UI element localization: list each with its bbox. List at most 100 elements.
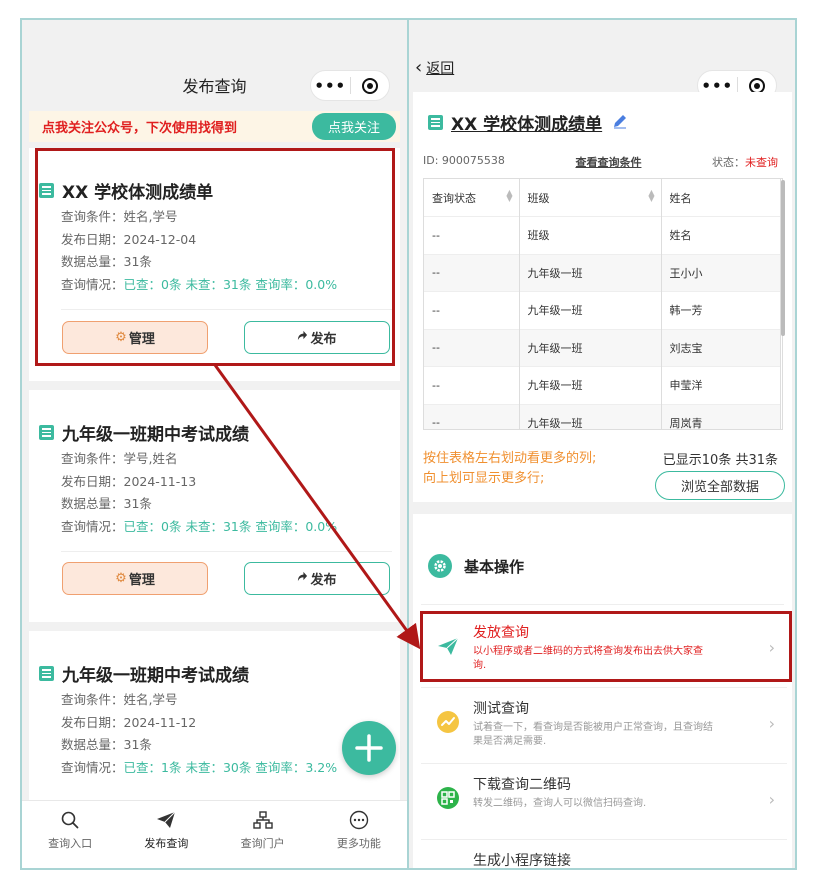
op-title: 测试查询 bbox=[473, 701, 529, 717]
follow-banner: 点我关注公众号，下次使用找得到 点我关注 bbox=[29, 111, 400, 142]
tab-query-entry[interactable]: 查询入口 bbox=[22, 801, 118, 868]
publish-query-screen: 发布查询 ••• 点我关注公众号，下次使用找得到 点我关注 XX 学校体测成绩单… bbox=[22, 20, 407, 868]
share-arrow-icon bbox=[297, 571, 308, 586]
card-info: 查询条件：学号,姓名 发布日期：2024-11-13 数据总量：31条 查询情况… bbox=[61, 448, 337, 538]
query-condition: 查询条件：姓名,学号 bbox=[61, 692, 178, 707]
table-row: -- 班级 姓名 bbox=[424, 216, 781, 254]
back-button[interactable]: ‹ 返回 bbox=[415, 57, 454, 78]
trend-icon bbox=[436, 710, 460, 734]
card-info: 查询条件：姓名,学号 发布日期：2024-12-04 数据总量：31条 查询情况… bbox=[61, 206, 337, 296]
query-title[interactable]: XX 学校体测成绩单 bbox=[428, 110, 628, 135]
table-row: -- 九年级一班 王小小 bbox=[424, 254, 781, 292]
document-icon bbox=[428, 115, 443, 130]
chevron-right-icon: › bbox=[768, 638, 775, 657]
op-generate-link[interactable]: 生成小程序链接 bbox=[421, 840, 787, 868]
edit-pencil-icon[interactable] bbox=[612, 113, 628, 133]
table-scrollbar[interactable] bbox=[781, 180, 785, 336]
target-icon bbox=[361, 77, 378, 94]
mini-program-capsule: ••• bbox=[310, 70, 390, 101]
column-header[interactable]: 班级 ▲ ▼ bbox=[519, 179, 662, 217]
document-icon bbox=[39, 425, 54, 440]
close-mini-program-button[interactable] bbox=[350, 77, 389, 94]
sitemap-icon bbox=[252, 809, 274, 831]
query-title-text: XX 学校体测成绩单 bbox=[451, 115, 603, 135]
follow-button[interactable]: 点我关注 bbox=[311, 113, 396, 140]
manage-button[interactable]: ⚙ 管理 bbox=[62, 562, 208, 595]
query-id: ID: 900075538 bbox=[423, 154, 505, 167]
card-divider bbox=[61, 309, 392, 310]
query-summary-card: XX 学校体测成绩单 ID: 900075538 查看查询条件 状态：未查询 查… bbox=[413, 92, 792, 502]
op-download-qrcode[interactable]: 下载查询二维码 转发二维码，查询人可以微信扫码查询. › bbox=[421, 764, 787, 840]
gear-icon: ⚙ bbox=[115, 330, 127, 345]
plus-icon bbox=[355, 734, 383, 762]
card-title-text: XX 学校体测成绩单 bbox=[62, 183, 214, 203]
chevron-right-icon: › bbox=[768, 790, 775, 809]
card-title: 九年级一班期中考试成绩 bbox=[39, 661, 249, 686]
chevron-right-icon: › bbox=[768, 714, 775, 733]
publish-button[interactable]: 发布 bbox=[244, 562, 390, 595]
tab-label: 更多功能 bbox=[336, 837, 381, 850]
panel-divider bbox=[407, 20, 409, 868]
query-detail-screen: ‹ 返回 ••• XX 学校体测成绩单 ID: 900075538 查看查询条件… bbox=[409, 20, 795, 868]
manage-button[interactable]: ⚙ 管理 bbox=[62, 321, 208, 354]
query-condition: 查询条件：姓名,学号 bbox=[61, 209, 178, 224]
op-title: 下载查询二维码 bbox=[473, 777, 571, 793]
paper-plane-icon bbox=[155, 809, 177, 831]
sort-icon: ▲ ▼ bbox=[648, 187, 655, 203]
bottom-tab-bar: 查询入口 发布查询 查询门户 更多功能 bbox=[22, 800, 407, 868]
more-circle-icon bbox=[348, 809, 370, 831]
gear-icon bbox=[428, 554, 452, 578]
query-status: 查询情况：已查：1条 未查：30条 查询率：3.2% bbox=[61, 759, 338, 775]
op-distribute-query[interactable]: 发放查询 以小程序或者二维码的方式将查询发布出去供大家查询. › bbox=[421, 612, 787, 688]
column-header[interactable]: 姓名 bbox=[661, 179, 781, 217]
query-card[interactable]: 九年级一班期中考试成绩 查询条件：学号,姓名 发布日期：2024-11-13 数… bbox=[29, 390, 400, 622]
card-divider bbox=[61, 551, 392, 552]
data-table[interactable]: 查询状态 ▲ ▼ 班级 ▲ ▼ 姓名 -- 班级 姓名 -- 九年级一班 王小小 -- 九年级一班… bbox=[423, 178, 783, 430]
table-row: -- 九年级一班 刘志宝 bbox=[424, 329, 781, 367]
query-status: 状态：未查询 bbox=[712, 156, 778, 169]
gear-icon: ⚙ bbox=[115, 571, 127, 586]
tab-label: 发布查询 bbox=[144, 837, 189, 850]
publish-button[interactable]: 发布 bbox=[244, 321, 390, 354]
more-menu-button[interactable]: ••• bbox=[311, 77, 350, 95]
publish-date: 发布日期：2024-11-12 bbox=[61, 714, 197, 730]
table-row: -- 九年级一班 周岚青 bbox=[424, 404, 781, 429]
row-count: 已显示10条 共31条 bbox=[662, 453, 778, 468]
card-info: 查询条件：姓名,学号 发布日期：2024-11-12 数据总量：31条 查询情况… bbox=[61, 689, 337, 779]
paper-plane-icon bbox=[436, 634, 460, 658]
back-label: 返回 bbox=[426, 60, 455, 77]
tab-label: 查询入口 bbox=[48, 837, 93, 850]
operations-title: 基本操作 bbox=[464, 557, 525, 576]
query-card[interactable]: XX 学校体测成绩单 查询条件：姓名,学号 发布日期：2024-12-04 数据… bbox=[29, 148, 400, 381]
table-header-row: 查询状态 ▲ ▼ 班级 ▲ ▼ 姓名 bbox=[424, 179, 781, 217]
data-total: 数据总量：31条 bbox=[61, 254, 152, 269]
op-title: 生成小程序链接 bbox=[473, 853, 571, 868]
tab-label: 查询门户 bbox=[240, 837, 285, 850]
query-card[interactable]: 九年级一班期中考试成绩 查询条件：姓名,学号 发布日期：2024-11-12 数… bbox=[29, 631, 400, 811]
view-conditions-link[interactable]: 查看查询条件 bbox=[575, 154, 641, 170]
chevron-left-icon: ‹ bbox=[415, 57, 423, 78]
table-hint: 按住表格左右划动看更多的列; 向上划可显示更多行; bbox=[423, 451, 597, 486]
browse-all-button[interactable]: 浏览全部数据 bbox=[655, 471, 785, 500]
sort-icon: ▲ ▼ bbox=[506, 187, 513, 203]
query-meta: ID: 900075538 查看查询条件 状态：未查询 bbox=[423, 154, 778, 170]
query-status: 查询情况：已查：0条 未查：31条 查询率：0.0% bbox=[61, 518, 338, 534]
card-title: 九年级一班期中考试成绩 bbox=[39, 420, 249, 445]
data-total: 数据总量：31条 bbox=[61, 737, 152, 752]
follow-banner-text: 点我关注公众号，下次使用找得到 bbox=[42, 121, 238, 136]
publish-date: 发布日期：2024-12-04 bbox=[61, 231, 197, 247]
tab-query-portal[interactable]: 查询门户 bbox=[215, 801, 311, 868]
add-query-button[interactable] bbox=[342, 721, 396, 775]
tab-publish-query[interactable]: 发布查询 bbox=[118, 801, 214, 868]
op-test-query[interactable]: 测试查询 试着查一下，看查询是否能被用户正常查询，且查询结果是否满足需要. › bbox=[421, 688, 787, 764]
op-description: 以小程序或者二维码的方式将查询发布出去供大家查询. bbox=[473, 646, 703, 671]
table-row: -- 九年级一班 申莹洋 bbox=[424, 366, 781, 404]
search-icon bbox=[59, 809, 81, 831]
op-title: 发放查询 bbox=[473, 625, 529, 641]
column-header[interactable]: 查询状态 ▲ ▼ bbox=[424, 179, 520, 217]
query-status: 查询情况：已查：0条 未查：31条 查询率：0.0% bbox=[61, 276, 338, 292]
data-total: 数据总量：31条 bbox=[61, 496, 152, 511]
operations-header: 基本操作 bbox=[428, 554, 524, 578]
tab-more-features[interactable]: 更多功能 bbox=[311, 801, 407, 868]
qrcode-icon bbox=[436, 786, 460, 810]
